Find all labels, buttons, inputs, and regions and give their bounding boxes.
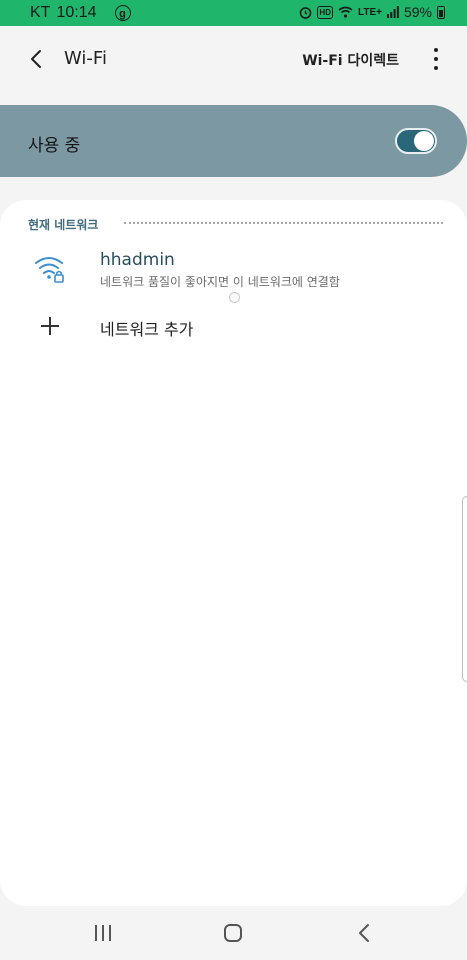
carrier-label: KT [30,4,51,21]
network-name: hhadmin [100,250,175,270]
toggle-knob [414,131,434,151]
network-item-hhadmin[interactable]: hhadmin 네트워크 품질이 좋아지면 이 네트워크에 연결함 [0,246,467,298]
clock: 10:14 [56,4,97,21]
network-list-card: 현재 네트워크 hhadmin 네트워크 품질이 좋아지면 이 네트워크에 연결… [0,200,467,906]
wifi-toggle[interactable] [395,128,437,154]
nav-back-icon[interactable] [351,920,377,946]
battery-icon [437,5,445,19]
add-network-item[interactable]: 네트워크 추가 [0,306,467,346]
lte-icon: LTE+ [357,6,382,18]
more-options-icon[interactable] [433,48,439,70]
status-left: KT 10:14 g [30,4,131,22]
add-network-label: 네트워크 추가 [100,320,194,339]
master-switch-label: 사용 중 [28,136,81,156]
wifi-master-switch-bar[interactable]: 사용 중 [0,105,467,177]
battery-percent: 59% [403,4,432,20]
network-description: 네트워크 품질이 좋아지면 이 네트워크에 연결함 [100,275,340,289]
back-arrow-icon[interactable] [26,48,48,70]
wifi-locked-icon [35,257,64,283]
status-bar: KT 10:14 g HD LTE+ 59% [0,0,467,26]
edge-panel-handle[interactable] [462,496,467,682]
alarm-icon [300,6,312,19]
navigation-bar [0,906,467,960]
current-network-header: 현재 네트워크 [28,218,99,232]
app-notification-icon: g [114,5,131,21]
section-divider [124,222,443,224]
app-bar: Wi-Fi Wi-Fi 다이렉트 [0,26,467,92]
wifi-status-icon [338,6,353,18]
hd-voice-icon: HD [317,5,333,19]
scroll-indicator [229,292,240,303]
plus-icon [41,317,59,335]
signal-icon [386,6,399,18]
status-right: HD LTE+ 59% [299,4,445,20]
home-icon[interactable] [220,920,246,946]
recent-apps-icon[interactable] [90,920,116,946]
wifi-direct-button[interactable]: Wi-Fi 다이렉트 [302,50,399,70]
page-title: Wi-Fi [64,48,107,69]
